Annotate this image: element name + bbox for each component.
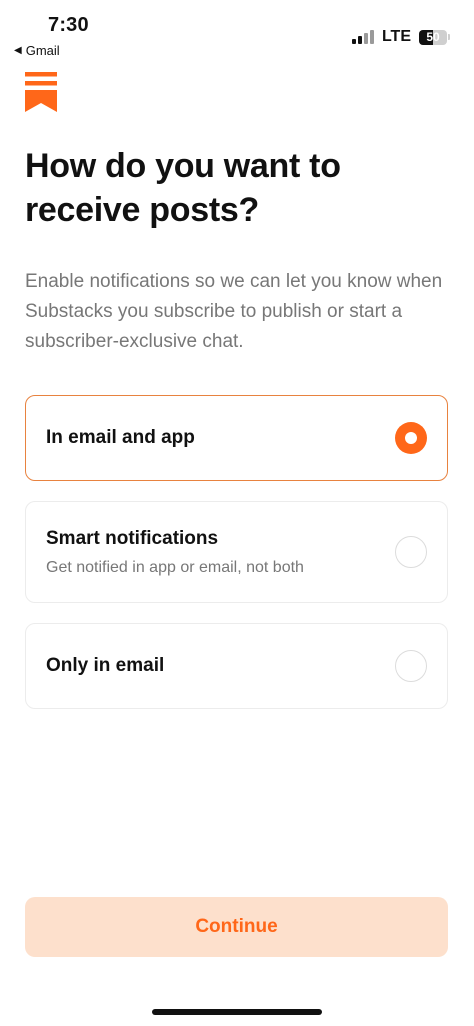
- back-arrow-icon: ◀: [14, 45, 22, 56]
- status-time: 7:30: [48, 14, 89, 36]
- signal-icon: [351, 30, 374, 44]
- substack-logo-icon: [25, 72, 57, 112]
- page-subtitle: Enable notifications so we can let you k…: [25, 271, 443, 352]
- battery-percent: 50: [426, 30, 440, 44]
- network-type: LTE: [381, 28, 411, 45]
- option-email-and-app[interactable]: In email and app: [25, 395, 448, 481]
- status-indicators: LTE 50: [351, 28, 450, 46]
- continue-button[interactable]: Continue: [25, 897, 448, 957]
- radio-unselected-icon[interactable]: [395, 650, 427, 682]
- option-title: Smart notifications: [46, 527, 219, 549]
- back-app-label: Gmail: [25, 43, 60, 58]
- page-title: How do you want to receive posts?: [25, 147, 341, 229]
- back-to-app-link[interactable]: ◀ Gmail: [14, 43, 60, 58]
- option-description: Get notified in app or email, not both: [46, 558, 304, 576]
- option-title: Only in email: [46, 655, 165, 676]
- option-title: In email and app: [46, 427, 195, 448]
- radio-unselected-icon[interactable]: [395, 536, 427, 568]
- option-only-in-email[interactable]: Only in email: [25, 623, 448, 709]
- radio-selected-icon[interactable]: [395, 422, 427, 454]
- option-smart-notifications[interactable]: Smart notifications Get notified in app …: [25, 501, 448, 603]
- battery-icon: 50: [419, 29, 450, 45]
- home-indicator[interactable]: [152, 1009, 322, 1015]
